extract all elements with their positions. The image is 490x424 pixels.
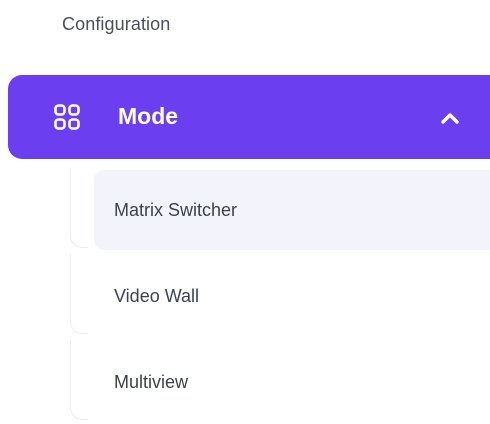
- chevron-up-icon[interactable]: [440, 111, 460, 125]
- tree-guide-line: [70, 340, 88, 420]
- submenu-item-label: Multiview: [114, 372, 189, 392]
- submenu-item-matrix-switcher[interactable]: Matrix Switcher: [70, 168, 490, 252]
- mode-submenu: Matrix Switcher Video Wall Multiview: [70, 168, 490, 424]
- tree-guide-line: [70, 254, 88, 334]
- mode-menu-header[interactable]: Mode: [8, 75, 490, 159]
- tree-guide-line: [70, 168, 88, 248]
- submenu-item-label: Matrix Switcher: [114, 200, 238, 220]
- section-title-configuration: Configuration: [62, 14, 171, 34]
- grid-icon: [54, 104, 80, 130]
- mode-menu-label: Mode: [118, 103, 179, 129]
- submenu-item-multiview[interactable]: Multiview: [70, 340, 490, 424]
- submenu-item-video-wall[interactable]: Video Wall: [70, 254, 490, 338]
- sidebar-panel: Configuration Mode Matrix Switcher Video…: [0, 0, 490, 424]
- submenu-item-label: Video Wall: [114, 286, 200, 306]
